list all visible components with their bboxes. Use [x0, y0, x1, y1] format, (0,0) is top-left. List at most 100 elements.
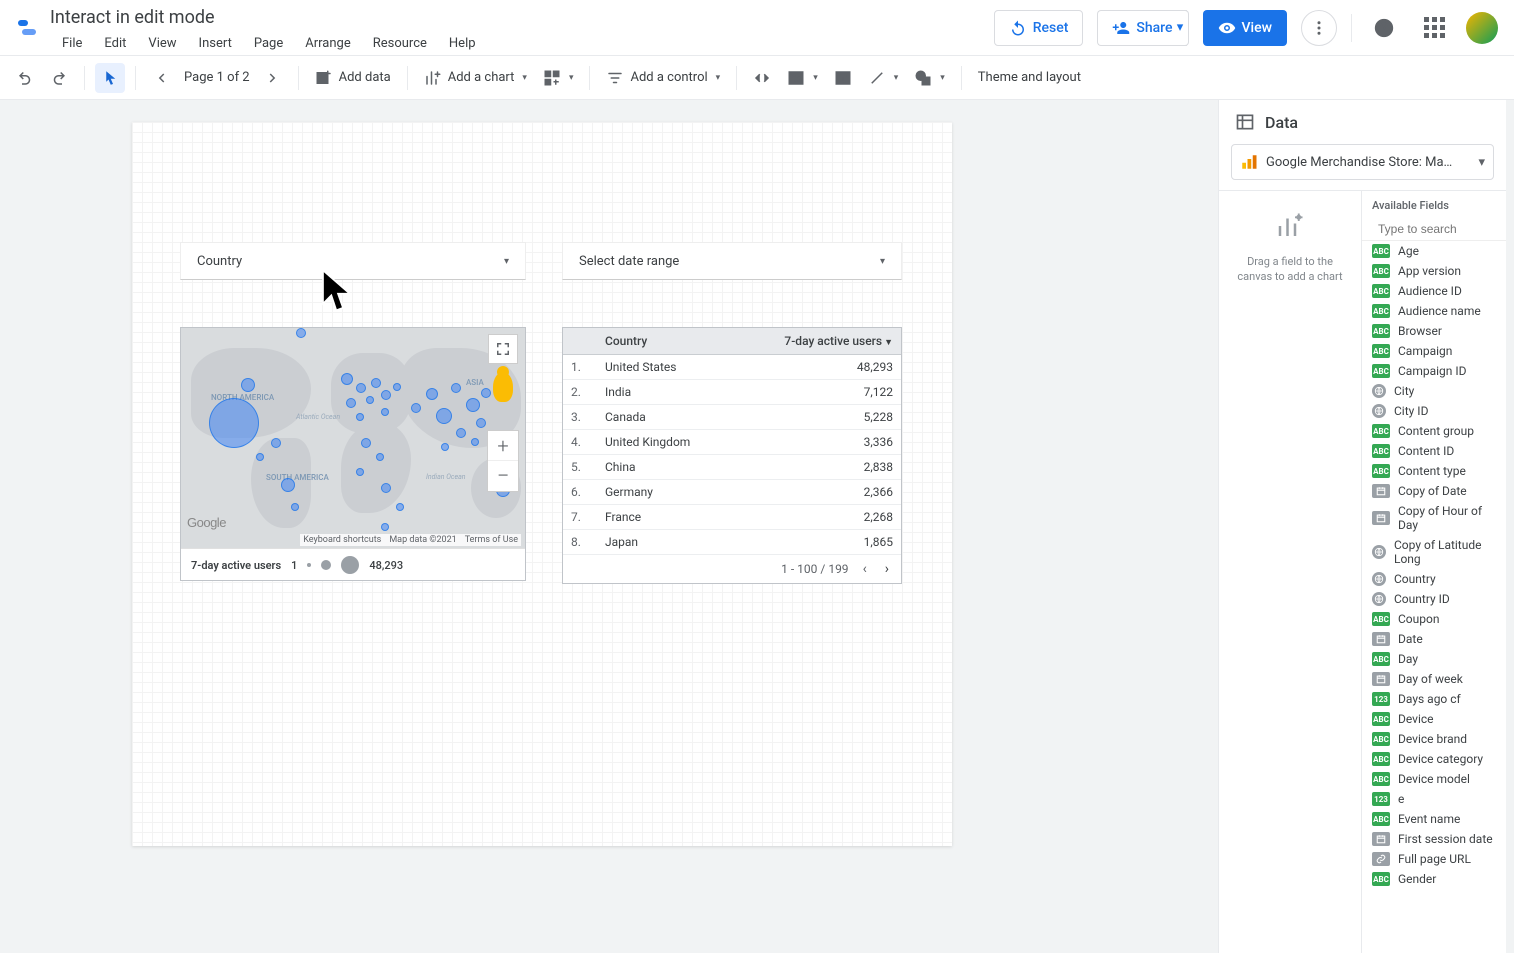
report-canvas[interactable]: Country ▾ Select date range ▾: [132, 122, 952, 846]
shape-button[interactable]: ▾: [908, 63, 951, 93]
field-type-icon: ABC: [1372, 444, 1390, 458]
page-indicator[interactable]: Page 1 of 2: [184, 70, 250, 85]
map-terms-link[interactable]: Terms of Use: [465, 535, 518, 545]
text-button[interactable]: [828, 63, 858, 93]
map-legend-min: 1: [291, 559, 297, 572]
field-item[interactable]: ABCAudience ID: [1362, 281, 1506, 301]
menu-file[interactable]: File: [52, 32, 92, 55]
menu-resource[interactable]: Resource: [363, 32, 437, 55]
more-options-button[interactable]: [1301, 10, 1337, 46]
field-item[interactable]: ABCContent type: [1362, 461, 1506, 481]
table-row[interactable]: 2.India7,122: [563, 380, 901, 405]
field-item[interactable]: ABCGender: [1362, 869, 1506, 889]
view-button[interactable]: View: [1203, 10, 1288, 46]
field-item[interactable]: 123Days ago cf: [1362, 689, 1506, 709]
google-apps-button[interactable]: [1416, 10, 1452, 46]
map-zoom-out-button[interactable]: −: [488, 461, 518, 491]
field-item[interactable]: ABCApp version: [1362, 261, 1506, 281]
table-row[interactable]: 6.Germany2,366: [563, 480, 901, 505]
map-keyboard-shortcuts-link[interactable]: Keyboard shortcuts: [303, 535, 381, 545]
next-page-button[interactable]: [258, 63, 288, 93]
data-source-selector[interactable]: Google Merchandise Store: Ma… ▾: [1231, 144, 1494, 180]
table-col-metric[interactable]: 7-day active users▼: [733, 328, 901, 355]
table-col-country[interactable]: Country: [597, 328, 733, 355]
map-pegman-icon[interactable]: [493, 372, 513, 402]
menu-insert[interactable]: Insert: [189, 32, 242, 55]
fields-search-input[interactable]: [1378, 222, 1506, 236]
table-col-index[interactable]: [563, 328, 597, 355]
analytics-icon: [1240, 153, 1258, 171]
field-item[interactable]: 123e: [1362, 789, 1506, 809]
field-item[interactable]: ABCContent group: [1362, 421, 1506, 441]
add-control-button[interactable]: Add a control▾: [600, 63, 726, 93]
field-type-icon: ABC: [1372, 284, 1390, 298]
menu-page[interactable]: Page: [244, 32, 293, 55]
select-tool-button[interactable]: [95, 63, 125, 93]
fields-list[interactable]: ABCAgeABCApp versionABCAudience IDABCAud…: [1362, 241, 1506, 953]
field-item[interactable]: ABCAudience name: [1362, 301, 1506, 321]
table-row[interactable]: 5.China2,838: [563, 455, 901, 480]
date-range-control[interactable]: Select date range ▾: [562, 242, 902, 280]
field-item[interactable]: City ID: [1362, 401, 1506, 421]
field-item[interactable]: Date: [1362, 629, 1506, 649]
table-row[interactable]: 7.France2,268: [563, 505, 901, 530]
field-item[interactable]: Copy of Hour of Day: [1362, 501, 1506, 535]
field-item[interactable]: ABCAge: [1362, 241, 1506, 261]
community-viz-button[interactable]: ▾: [537, 63, 580, 93]
field-item[interactable]: Country: [1362, 569, 1506, 589]
field-item[interactable]: City: [1362, 381, 1506, 401]
table-row[interactable]: 4.United Kingdom3,336: [563, 430, 901, 455]
field-item[interactable]: ABCDevice: [1362, 709, 1506, 729]
field-item[interactable]: ABCDevice model: [1362, 769, 1506, 789]
country-filter-control[interactable]: Country ▾: [180, 242, 526, 280]
map-viewport[interactable]: NORTH AMERICA SOUTH AMERICA ASIA Atlanti…: [181, 328, 525, 548]
field-item[interactable]: ABCContent ID: [1362, 441, 1506, 461]
geo-map-chart[interactable]: NORTH AMERICA SOUTH AMERICA ASIA Atlanti…: [180, 327, 526, 581]
table-next-page-button[interactable]: ›: [881, 559, 893, 579]
redo-button[interactable]: [44, 63, 74, 93]
map-zoom-in-button[interactable]: +: [488, 431, 518, 461]
theme-layout-button[interactable]: Theme and layout: [972, 63, 1087, 93]
field-item[interactable]: ABCCoupon: [1362, 609, 1506, 629]
field-item[interactable]: Day of week: [1362, 669, 1506, 689]
field-item[interactable]: ABCDevice brand: [1362, 729, 1506, 749]
prev-page-button[interactable]: [146, 63, 176, 93]
table-row[interactable]: 3.Canada5,228: [563, 405, 901, 430]
field-item[interactable]: Country ID: [1362, 589, 1506, 609]
table-row[interactable]: 8.Japan1,865: [563, 530, 901, 555]
table-prev-page-button[interactable]: ‹: [859, 559, 871, 579]
field-item[interactable]: ABCEvent name: [1362, 809, 1506, 829]
share-dropdown-button[interactable]: ▾: [1173, 10, 1189, 46]
table-row[interactable]: 1.United States48,293: [563, 355, 901, 380]
chevron-down-icon: ▾: [880, 256, 885, 267]
add-chart-button[interactable]: Add a chart▾: [418, 63, 533, 93]
url-embed-button[interactable]: [747, 63, 777, 93]
field-item[interactable]: Copy of Latitude Long: [1362, 535, 1506, 569]
doc-title[interactable]: Interact in edit mode: [50, 7, 215, 28]
menu-edit[interactable]: Edit: [94, 32, 136, 55]
field-item[interactable]: ABCDevice category: [1362, 749, 1506, 769]
field-item[interactable]: ABCCampaign ID: [1362, 361, 1506, 381]
line-button[interactable]: ▾: [862, 63, 905, 93]
country-table-chart[interactable]: Country 7-day active users▼ 1.United Sta…: [562, 327, 902, 584]
field-item[interactable]: ABCDay: [1362, 649, 1506, 669]
right-scrollbar[interactable]: [1506, 100, 1514, 953]
fields-search[interactable]: [1362, 218, 1506, 241]
field-item[interactable]: ABCCampaign: [1362, 341, 1506, 361]
menu-arrange[interactable]: Arrange: [295, 32, 360, 55]
help-button[interactable]: [1366, 10, 1402, 46]
reset-button[interactable]: Reset: [994, 10, 1084, 46]
undo-button[interactable]: [10, 63, 40, 93]
canvas-area[interactable]: Country ▾ Select date range ▾: [0, 100, 1218, 953]
field-item[interactable]: First session date: [1362, 829, 1506, 849]
field-item[interactable]: Copy of Date: [1362, 481, 1506, 501]
menu-help[interactable]: Help: [439, 32, 486, 55]
map-fullscreen-button[interactable]: [488, 334, 518, 364]
add-data-button[interactable]: Add data: [309, 63, 397, 93]
account-avatar[interactable]: [1466, 12, 1498, 44]
image-button[interactable]: ▾: [781, 63, 824, 93]
field-item[interactable]: ABCBrowser: [1362, 321, 1506, 341]
menu-view[interactable]: View: [138, 32, 186, 55]
chart-drop-zone[interactable]: Drag a field to the canvas to add a char…: [1219, 191, 1362, 953]
field-item[interactable]: Full page URL: [1362, 849, 1506, 869]
